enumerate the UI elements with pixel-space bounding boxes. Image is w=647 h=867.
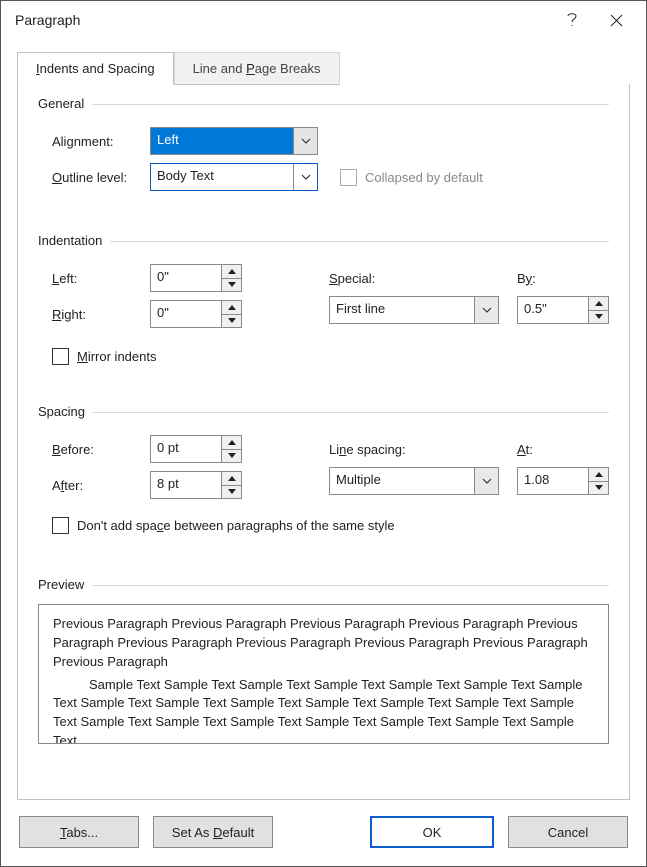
set-default-button[interactable]: Set As Default bbox=[153, 816, 273, 848]
tab-panel: General Alignment: Left Outline level: B… bbox=[17, 84, 630, 800]
tab-indents-spacing[interactable]: Indents and Spacing bbox=[17, 52, 174, 85]
outline-select[interactable]: Body Text bbox=[150, 163, 318, 191]
indent-left-spin[interactable]: 0" bbox=[150, 264, 242, 292]
spin-up-icon[interactable] bbox=[222, 472, 241, 486]
before-spin[interactable]: 0 pt bbox=[150, 435, 242, 463]
tab-strip: Indents and Spacing Line and Page Breaks bbox=[1, 39, 646, 84]
spin-up-icon[interactable] bbox=[222, 265, 241, 279]
outline-value: Body Text bbox=[151, 164, 293, 190]
line-spacing-select[interactable]: Multiple bbox=[329, 467, 499, 495]
spin-up-icon[interactable] bbox=[222, 301, 241, 315]
spin-up-icon[interactable] bbox=[589, 468, 608, 482]
mirror-label: Mirror indents bbox=[77, 349, 156, 364]
spin-down-icon[interactable] bbox=[589, 311, 608, 324]
after-label: After: bbox=[38, 478, 150, 493]
alignment-label: Alignment: bbox=[38, 134, 150, 149]
chevron-down-icon bbox=[474, 468, 498, 494]
special-select[interactable]: First line bbox=[329, 296, 499, 324]
group-spacing: Spacing bbox=[38, 404, 609, 419]
collapsed-label: Collapsed by default bbox=[365, 170, 483, 185]
indent-right-spin[interactable]: 0" bbox=[150, 300, 242, 328]
spin-down-icon[interactable] bbox=[222, 315, 241, 328]
group-general: General bbox=[38, 96, 609, 111]
no-space-label: Don't add space between paragraphs of th… bbox=[77, 518, 395, 533]
preview-prev: Previous Paragraph Previous Paragraph Pr… bbox=[53, 615, 594, 672]
group-preview: Preview bbox=[38, 577, 609, 592]
alignment-value: Left bbox=[151, 128, 293, 154]
by-label: By: bbox=[517, 271, 536, 286]
help-icon bbox=[566, 12, 578, 28]
titlebar: Paragraph bbox=[1, 1, 646, 39]
spin-down-icon[interactable] bbox=[589, 482, 608, 495]
preview-box: Previous Paragraph Previous Paragraph Pr… bbox=[38, 604, 609, 744]
cancel-button[interactable]: Cancel bbox=[508, 816, 628, 848]
indent-left-label: Left: bbox=[38, 271, 150, 286]
collapsed-checkbox bbox=[340, 169, 357, 186]
close-icon bbox=[610, 14, 623, 27]
mirror-checkbox[interactable] bbox=[52, 348, 69, 365]
indent-right-label: Right: bbox=[38, 307, 150, 322]
preview-sample: Sample Text Sample Text Sample Text Samp… bbox=[53, 672, 594, 744]
chevron-down-icon bbox=[293, 164, 317, 190]
by-spin[interactable]: 0.5" bbox=[517, 296, 609, 324]
after-spin[interactable]: 8 pt bbox=[150, 471, 242, 499]
help-button[interactable] bbox=[550, 5, 594, 35]
ok-button[interactable]: OK bbox=[370, 816, 494, 848]
line-spacing-label: Line spacing: bbox=[329, 442, 469, 457]
spin-up-icon[interactable] bbox=[589, 297, 608, 311]
tabs-button[interactable]: Tabs... bbox=[19, 816, 139, 848]
spin-down-icon[interactable] bbox=[222, 279, 241, 292]
group-indent: Indentation bbox=[38, 233, 609, 248]
no-space-checkbox[interactable] bbox=[52, 517, 69, 534]
at-label: At: bbox=[517, 442, 533, 457]
before-label: Before: bbox=[38, 442, 150, 457]
paragraph-dialog: Paragraph Indents and Spacing Line and P… bbox=[0, 0, 647, 867]
dialog-buttons: Tabs... Set As Default OK Cancel bbox=[1, 800, 646, 866]
spin-down-icon[interactable] bbox=[222, 486, 241, 499]
tab-line-page-breaks[interactable]: Line and Page Breaks bbox=[174, 52, 340, 85]
outline-label: Outline level: bbox=[38, 170, 150, 185]
special-label: Special: bbox=[329, 271, 469, 286]
spin-down-icon[interactable] bbox=[222, 450, 241, 463]
at-spin[interactable]: 1.08 bbox=[517, 467, 609, 495]
close-button[interactable] bbox=[594, 5, 638, 35]
chevron-down-icon bbox=[474, 297, 498, 323]
dialog-title: Paragraph bbox=[15, 12, 550, 28]
spin-up-icon[interactable] bbox=[222, 436, 241, 450]
chevron-down-icon bbox=[293, 128, 317, 154]
alignment-select[interactable]: Left bbox=[150, 127, 318, 155]
